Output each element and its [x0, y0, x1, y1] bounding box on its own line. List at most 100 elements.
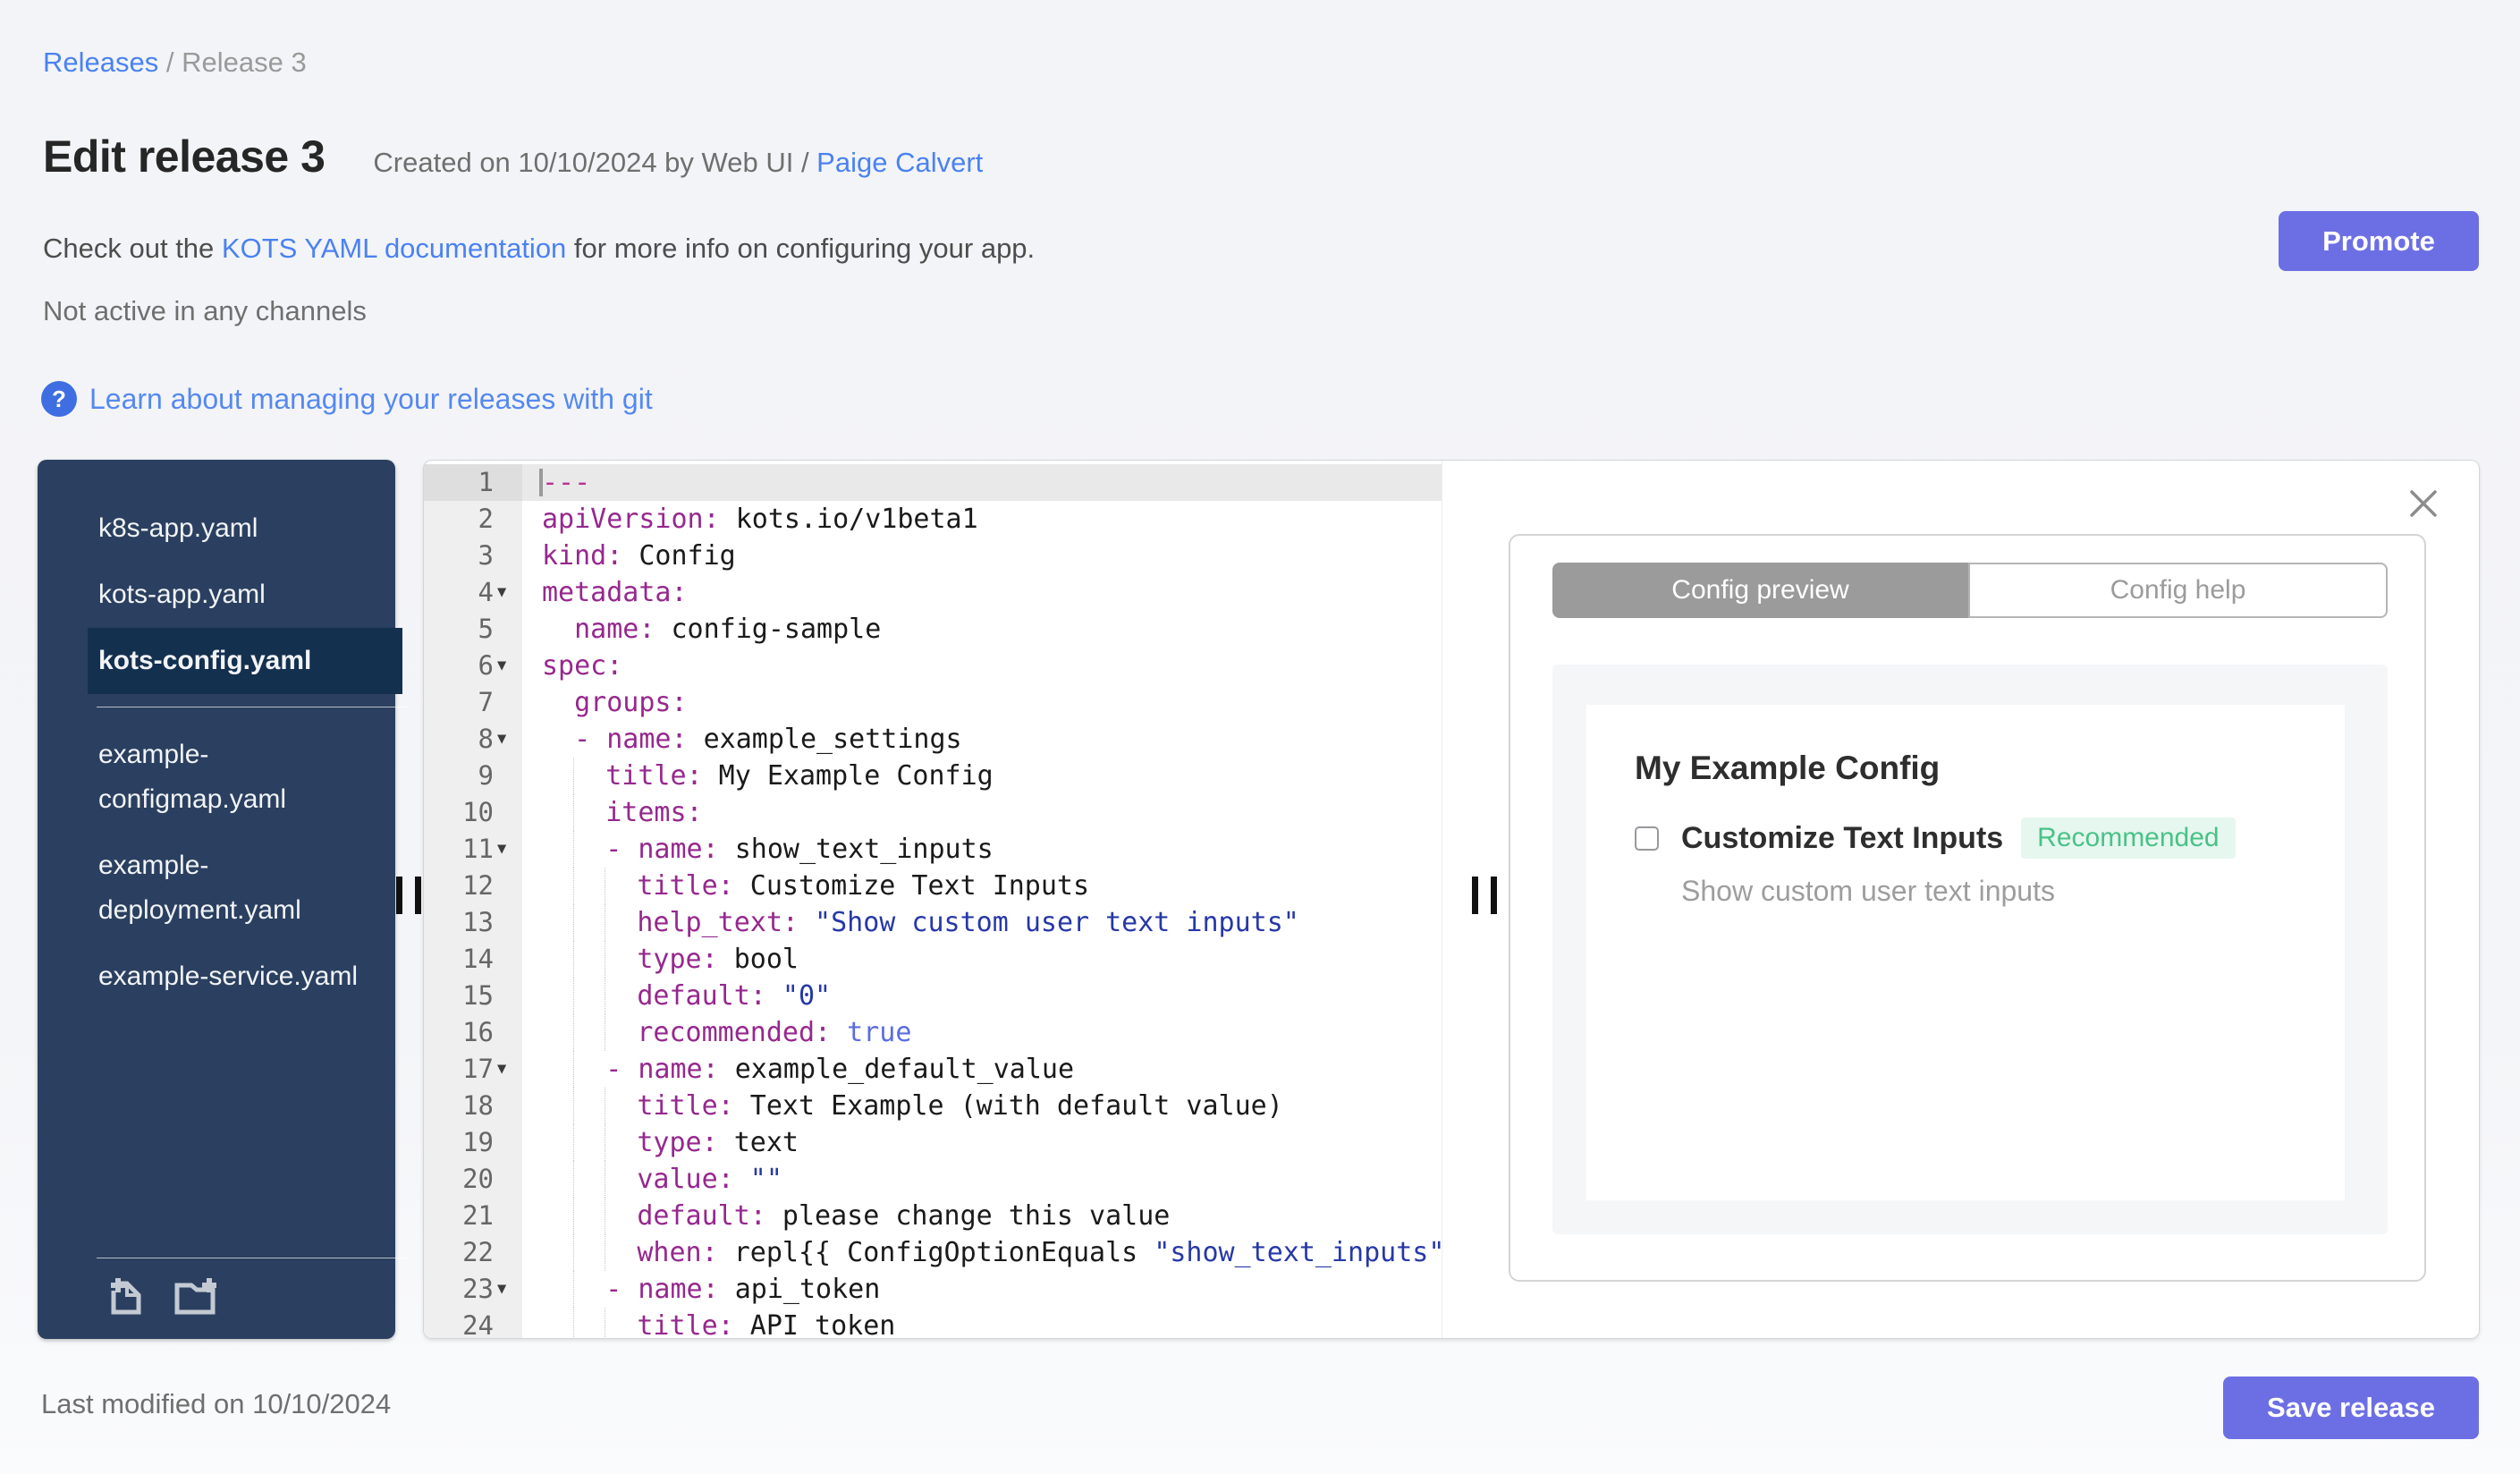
fold-gutter	[494, 904, 522, 941]
line-number[interactable]: 4	[424, 574, 494, 611]
add-file-icon[interactable]	[98, 1271, 148, 1317]
line-number[interactable]: 3	[424, 538, 494, 574]
doc-line-prefix: Check out the	[43, 233, 222, 264]
tab-config-help[interactable]: Config help	[1968, 563, 2388, 618]
code-line[interactable]: 14 type: bool	[424, 941, 1442, 978]
code-line[interactable]: 3 kind: Config	[424, 538, 1442, 574]
line-number[interactable]: 24	[424, 1308, 494, 1338]
fold-toggle-icon[interactable]: ▼	[494, 721, 522, 758]
fold-toggle-icon[interactable]: ▼	[494, 648, 522, 684]
line-number[interactable]: 8	[424, 721, 494, 758]
code-line[interactable]: 17 ▼ - name: example_default_value	[424, 1051, 1442, 1088]
config-item-label: Customize Text Inputs	[1681, 820, 2004, 855]
sidebar-editor-resize-handle[interactable]	[396, 877, 423, 914]
line-number[interactable]: 9	[424, 758, 494, 794]
fold-toggle-icon[interactable]: ▼	[494, 1051, 522, 1088]
fold-gutter	[494, 1124, 522, 1161]
sidebar-file-k8s-app-yaml[interactable]: k8s-app.yaml	[98, 496, 385, 562]
line-number[interactable]: 14	[424, 941, 494, 978]
code-line[interactable]: 23 ▼ - name: api_token	[424, 1271, 1442, 1308]
fold-gutter	[494, 611, 522, 648]
code-line[interactable]: 24 title: API token	[424, 1308, 1442, 1338]
line-number[interactable]: 23	[424, 1271, 494, 1308]
code-line[interactable]: 9 title: My Example Config	[424, 758, 1442, 794]
sidebar-file-example-deployment-yaml[interactable]: example-deployment.yaml	[98, 833, 385, 944]
code-line[interactable]: 7 groups:	[424, 684, 1442, 721]
code-line[interactable]: 15 default: "0"	[424, 978, 1442, 1014]
promote-button[interactable]: Promote	[2279, 211, 2479, 271]
line-number[interactable]: 5	[424, 611, 494, 648]
author-link[interactable]: Paige Calvert	[816, 147, 983, 178]
config-preview-canvas: My Example Config Customize Text Inputs …	[1552, 665, 2388, 1234]
code-line[interactable]: 6 ▼ spec:	[424, 648, 1442, 684]
code-line[interactable]: 12 title: Customize Text Inputs	[424, 868, 1442, 904]
fold-gutter	[494, 684, 522, 721]
line-number[interactable]: 21	[424, 1198, 494, 1234]
breadcrumb-releases-link[interactable]: Releases	[43, 47, 158, 78]
fold-gutter	[494, 1088, 522, 1124]
code-line[interactable]: 22 when: repl{{ ConfigOptionEquals "show…	[424, 1234, 1442, 1271]
help-question-icon[interactable]: ?	[41, 381, 77, 417]
line-number[interactable]: 16	[424, 1014, 494, 1051]
line-number[interactable]: 19	[424, 1124, 494, 1161]
code-line[interactable]: 4 ▼ metadata:	[424, 574, 1442, 611]
created-on-text: Created on 10/10/2024 by Web UI /	[373, 147, 817, 178]
config-group-title: My Example Config	[1635, 750, 1941, 786]
code-line[interactable]: 11 ▼ - name: show_text_inputs	[424, 831, 1442, 868]
recommended-badge: Recommended	[2021, 817, 2236, 859]
tab-config-preview[interactable]: Config preview	[1552, 563, 1968, 618]
file-sidebar: k8s-app.yaml kots-app.yaml kots-config.yam…	[38, 460, 410, 1339]
fold-toggle-icon[interactable]: ▼	[494, 831, 522, 868]
line-number[interactable]: 13	[424, 904, 494, 941]
config-item-row: Customize Text Inputs Recommended	[1635, 817, 2345, 859]
add-folder-icon[interactable]	[168, 1271, 222, 1317]
kots-yaml-doc-link[interactable]: KOTS YAML documentation	[222, 233, 566, 264]
code-line[interactable]: 1 ---	[424, 464, 1442, 501]
code-line[interactable]: 19 type: text	[424, 1124, 1442, 1161]
line-number[interactable]: 10	[424, 794, 494, 831]
sidebar-file-example-configmap-yaml[interactable]: example-configmap.yaml	[98, 722, 385, 833]
line-number[interactable]: 6	[424, 648, 494, 684]
config-tabbar: Config preview Config help	[1552, 563, 2388, 618]
close-icon[interactable]	[2406, 486, 2441, 521]
line-number[interactable]: 1	[424, 464, 494, 501]
line-number[interactable]: 7	[424, 684, 494, 721]
code-line[interactable]: 10 items:	[424, 794, 1442, 831]
save-release-button[interactable]: Save release	[2223, 1377, 2479, 1439]
line-number[interactable]: 17	[424, 1051, 494, 1088]
code-line[interactable]: 16 recommended: true	[424, 1014, 1442, 1051]
fold-gutter	[494, 794, 522, 831]
sidebar-file-kots-app-yaml[interactable]: kots-app.yaml	[98, 562, 385, 628]
yaml-code-editor[interactable]: 1 --- 2 apiVersion: kots.io/v1beta1 3 kind: C…	[424, 461, 1442, 1338]
editor-preview-resize-handle[interactable]	[1472, 877, 1499, 914]
fold-gutter	[494, 501, 522, 538]
fold-toggle-icon[interactable]: ▼	[494, 1271, 522, 1308]
release-created-meta: Created on 10/10/2024 by Web UI / Paige …	[373, 147, 983, 179]
page-title: Edit release 3	[43, 131, 326, 182]
code-line[interactable]: 2 apiVersion: kots.io/v1beta1	[424, 501, 1442, 538]
code-line[interactable]: 13 help_text: "Show custom user text inp…	[424, 904, 1442, 941]
line-number[interactable]: 18	[424, 1088, 494, 1124]
config-preview-card: Config preview Config help My Example Con…	[1509, 534, 2426, 1282]
line-number[interactable]: 12	[424, 868, 494, 904]
sidebar-file-kots-config-yaml[interactable]: kots-config.yaml	[88, 628, 402, 694]
code-line[interactable]: 20 value: ""	[424, 1161, 1442, 1198]
channel-status: Not active in any channels	[43, 295, 367, 326]
code-line[interactable]: 21 default: please change this value	[424, 1198, 1442, 1234]
line-number[interactable]: 20	[424, 1161, 494, 1198]
code-line[interactable]: 8 ▼ - name: example_settings	[424, 721, 1442, 758]
fold-toggle-icon[interactable]: ▼	[494, 574, 522, 611]
line-number[interactable]: 22	[424, 1234, 494, 1271]
fold-gutter	[494, 1014, 522, 1051]
customize-text-inputs-checkbox[interactable]	[1635, 826, 1659, 851]
line-number[interactable]: 11	[424, 831, 494, 868]
code-line[interactable]: 18 title: Text Example (with default val…	[424, 1088, 1442, 1124]
code-line[interactable]: 5 name: config-sample	[424, 611, 1442, 648]
line-number[interactable]: 15	[424, 978, 494, 1014]
git-help-row: ? Learn about managing your releases wit…	[41, 381, 653, 417]
fold-gutter	[494, 978, 522, 1014]
line-number[interactable]: 2	[424, 501, 494, 538]
git-releases-link[interactable]: Learn about managing your releases with …	[89, 383, 653, 416]
sidebar-file-example-service-yaml[interactable]: example-service.yaml	[98, 944, 385, 1010]
fold-gutter	[494, 1308, 522, 1338]
